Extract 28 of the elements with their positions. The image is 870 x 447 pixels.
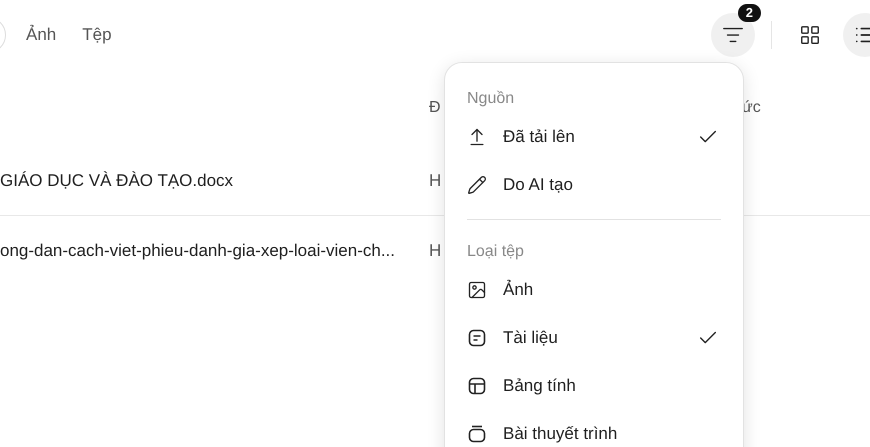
menu-item-label: Ảnh bbox=[503, 278, 534, 302]
column-header: Đ bbox=[429, 99, 441, 116]
menu-item[interactable]: Bài thuyết trình bbox=[467, 410, 721, 447]
menu-item[interactable]: Tài liệu bbox=[467, 314, 721, 362]
pencil-icon bbox=[467, 175, 487, 195]
grid-icon bbox=[799, 24, 821, 46]
menu-item[interactable]: Do AI tạo bbox=[467, 161, 721, 209]
menu-item-label: Bài thuyết trình bbox=[503, 423, 618, 446]
menu-item[interactable]: Đã tải lên bbox=[467, 113, 721, 161]
presentation-icon bbox=[467, 424, 487, 444]
section-heading: Nguồn bbox=[467, 89, 516, 109]
menu-item[interactable]: Bảng tính bbox=[467, 362, 721, 410]
section-heading: Loại tệp bbox=[467, 242, 525, 262]
table-icon bbox=[467, 376, 487, 396]
menu-item[interactable]: Ảnh bbox=[467, 266, 721, 314]
tab[interactable]: Ảnh bbox=[20, 17, 62, 53]
menu-item-label: Tài liệu bbox=[503, 327, 559, 350]
file-name: GIÁO DỤC VÀ ĐÀO TẠO.docx bbox=[0, 170, 234, 192]
menu-item-label: Do AI tạo bbox=[503, 174, 574, 196]
filter-count-badge: 2 bbox=[738, 4, 761, 22]
menu-item-label: Bảng tính bbox=[503, 375, 577, 398]
table-cell-text: H bbox=[429, 170, 442, 192]
table-cell-text: H bbox=[429, 240, 442, 262]
file-name: ong-dan-cach-viet-phieu-danh-gia-xep-loai-vien-ch... bbox=[0, 240, 396, 262]
image-icon bbox=[467, 280, 487, 300]
tab[interactable]: Tệp bbox=[76, 17, 118, 53]
document-icon bbox=[467, 328, 487, 348]
menu-item-label: Đã tải lên bbox=[503, 126, 576, 148]
